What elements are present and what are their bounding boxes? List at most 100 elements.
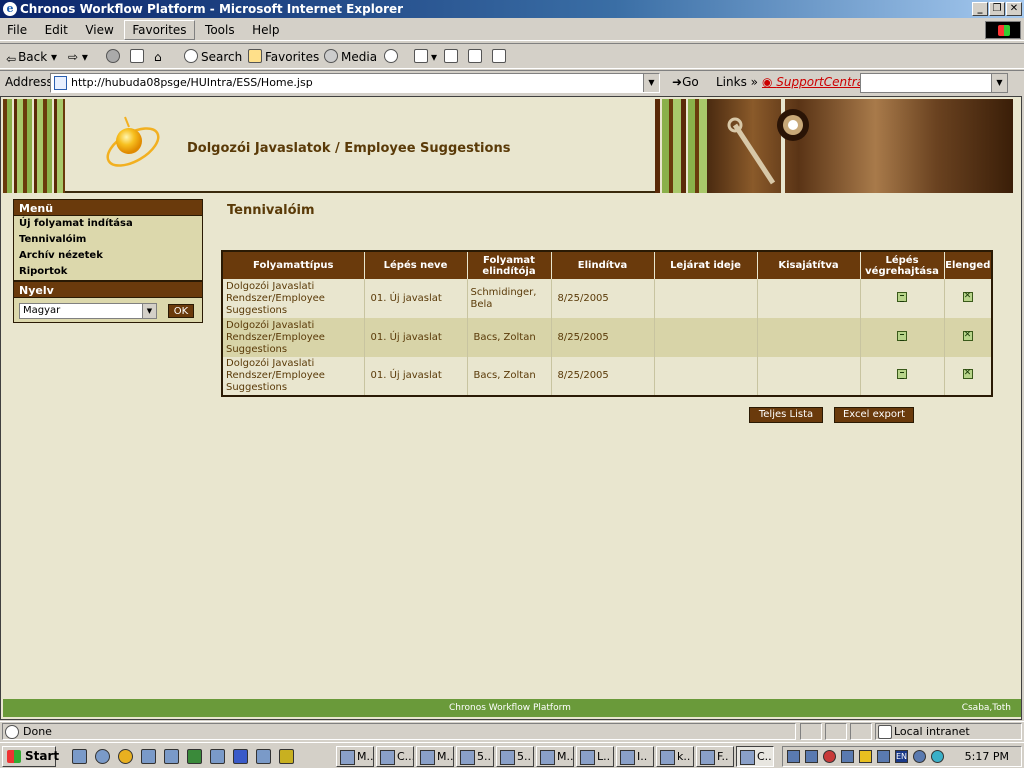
col-header-due[interactable]: Lejárat ideje: [653, 251, 757, 279]
tray-icon[interactable]: [859, 750, 872, 763]
address-label: Address: [5, 75, 53, 89]
sidebar-item-archive[interactable]: Archív nézetek: [14, 248, 202, 264]
language-select[interactable]: Magyar ▼: [19, 303, 157, 319]
menu-view[interactable]: View: [78, 19, 120, 41]
execute-step-icon[interactable]: [897, 291, 907, 302]
toolbar: ⇦ Back ▾ ⇨ ▾ ⌂ Search Favorites Media ▾: [0, 43, 1024, 69]
col-header-initiator[interactable]: Folyamat elindítója: [466, 251, 551, 279]
restore-button[interactable]: ❐: [989, 2, 1005, 16]
release-icon[interactable]: [962, 330, 973, 341]
supportcentral-dropdown[interactable]: ▼: [991, 74, 1007, 92]
discuss-icon[interactable]: [492, 47, 509, 67]
history-icon[interactable]: [384, 47, 401, 67]
taskbar-item[interactable]: F..: [696, 746, 734, 767]
sidebar-item-todo[interactable]: Tennivalóim: [14, 232, 202, 248]
taskbar-item[interactable]: M..: [416, 746, 454, 767]
menu-tools[interactable]: Tools: [198, 19, 242, 41]
release-icon[interactable]: [962, 368, 973, 379]
excel-export-button[interactable]: Excel export: [834, 407, 914, 423]
cell-step: 01. Új javaslat: [363, 318, 467, 357]
execute-step-icon[interactable]: [897, 330, 907, 341]
menu-list: Új folyamat indítása Tennivalóim Archív …: [13, 216, 203, 281]
col-header-step[interactable]: Lépés neve: [363, 251, 467, 279]
menu-edit[interactable]: Edit: [38, 19, 75, 41]
supportcentral-search[interactable]: ▼: [860, 73, 1008, 93]
home-icon[interactable]: ⌂: [154, 47, 162, 67]
taskbar-item[interactable]: k..: [656, 746, 694, 767]
quicklaunch-icon[interactable]: [72, 749, 87, 764]
table-row: Dolgozói Javaslati Rendszer/Employee Sug…: [222, 279, 992, 318]
language-indicator[interactable]: EN: [895, 750, 908, 763]
address-bar: Address http://hubuda08psge/HUIntra/ESS/…: [0, 70, 1024, 94]
start-button[interactable]: Start: [2, 746, 59, 767]
taskbar-item[interactable]: M..: [536, 746, 574, 767]
taskbar-item[interactable]: 5..: [456, 746, 494, 767]
cell-claimed: [756, 279, 860, 318]
col-header-execute[interactable]: Lépés végrehajtása: [859, 251, 944, 279]
chevron-down-icon[interactable]: ▼: [142, 304, 156, 318]
tray-icon[interactable]: [841, 750, 854, 763]
quicklaunch-icon[interactable]: [141, 749, 156, 764]
tray-icon[interactable]: [877, 750, 890, 763]
stop-icon[interactable]: [106, 47, 123, 67]
release-icon[interactable]: [962, 291, 973, 302]
menu-file[interactable]: File: [0, 19, 34, 41]
keyhole-image: [727, 99, 809, 193]
go-button[interactable]: ➜Go: [672, 75, 699, 89]
minimize-button[interactable]: _: [972, 2, 988, 16]
col-header-started[interactable]: Elindítva: [550, 251, 654, 279]
app-title: Dolgozói Javaslatok / Employee Suggestio…: [187, 141, 511, 156]
address-input[interactable]: http://hubuda08psge/HUIntra/ESS/Home.jsp…: [50, 73, 660, 93]
language-ok-button[interactable]: OK: [168, 304, 194, 318]
cell-release: [943, 357, 992, 396]
taskbar-item[interactable]: I..: [616, 746, 654, 767]
tray-icon[interactable]: [913, 750, 926, 763]
taskbar-item[interactable]: M..: [336, 746, 374, 767]
language-value: Magyar: [23, 305, 61, 316]
back-button[interactable]: ⇦ Back ▾: [6, 47, 57, 67]
favorites-button[interactable]: Favorites: [248, 47, 319, 67]
close-button[interactable]: ✕: [1006, 2, 1022, 16]
search-button[interactable]: Search: [184, 47, 242, 67]
full-list-button[interactable]: Teljes Lista: [749, 407, 823, 423]
media-button[interactable]: Media: [324, 47, 377, 67]
taskbar-item[interactable]: C...: [376, 746, 414, 767]
taskbar-item-active[interactable]: C..: [736, 746, 774, 767]
execute-step-icon[interactable]: [897, 369, 907, 379]
menu-help[interactable]: Help: [245, 19, 286, 41]
tray-icon[interactable]: [805, 750, 818, 763]
quicklaunch-icon[interactable]: [164, 749, 179, 764]
clock[interactable]: 5:17 PM: [965, 749, 1009, 764]
links-button[interactable]: Links »: [716, 75, 758, 89]
mail-icon[interactable]: ▾: [414, 47, 437, 67]
supportcentral-link[interactable]: ◉ SupportCentral: [762, 75, 867, 89]
menu-favorites[interactable]: Favorites: [124, 20, 195, 40]
taskbar-item[interactable]: L..: [576, 746, 614, 767]
address-dropdown[interactable]: ▼: [643, 74, 659, 92]
quicklaunch-icon[interactable]: [210, 749, 225, 764]
sidebar-item-reports[interactable]: Riportok: [14, 264, 202, 280]
cell-type: Dolgozói Javaslati Rendszer/Employee Sug…: [222, 318, 364, 357]
quicklaunch-icon[interactable]: [256, 749, 271, 764]
window-titlebar[interactable]: e Chronos Workflow Platform - Microsoft …: [0, 0, 1024, 18]
refresh-icon[interactable]: [130, 47, 147, 67]
media-quicklaunch-icon[interactable]: [118, 749, 133, 764]
word-quicklaunch-icon[interactable]: [233, 749, 248, 764]
tray-icon[interactable]: [931, 750, 944, 763]
col-header-release[interactable]: Elenged: [943, 251, 992, 279]
print-icon[interactable]: [444, 47, 461, 67]
menu-header: Menü: [13, 199, 203, 216]
quicklaunch-icon[interactable]: [279, 749, 294, 764]
taskbar-item[interactable]: 5..: [496, 746, 534, 767]
page-icon: [54, 76, 67, 90]
col-header-type[interactable]: Folyamattípus: [222, 251, 364, 279]
ie-quicklaunch-icon[interactable]: [95, 749, 110, 764]
tray-icon[interactable]: [787, 750, 800, 763]
cell-claimed: [756, 318, 860, 357]
edit-icon[interactable]: [468, 47, 485, 67]
col-header-claimed[interactable]: Kisajátítva: [756, 251, 860, 279]
tray-icon[interactable]: [823, 750, 836, 763]
sidebar-item-new-process[interactable]: Új folyamat indítása: [14, 216, 202, 232]
forward-button[interactable]: ⇨ ▾: [68, 47, 88, 67]
excel-quicklaunch-icon[interactable]: [187, 749, 202, 764]
